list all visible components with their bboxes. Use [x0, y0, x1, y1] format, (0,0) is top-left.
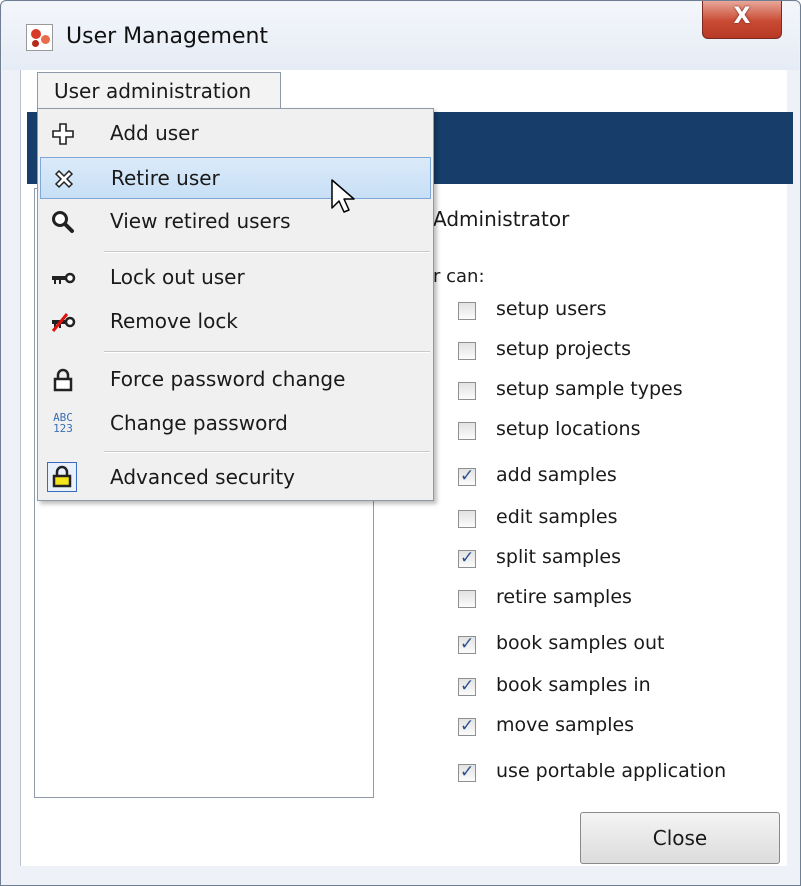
menu-item-force-password-change[interactable]: Force password change	[40, 359, 431, 401]
permission-checkbox[interactable]	[458, 676, 476, 696]
permission-checkbox[interactable]	[458, 510, 476, 528]
key-crossed-icon	[50, 309, 76, 335]
close-icon: X	[733, 4, 751, 29]
menu-item-remove-lock[interactable]: Remove lock	[40, 301, 431, 343]
role-label: Administrator	[433, 207, 570, 231]
permission-checkbox[interactable]	[458, 716, 476, 736]
menu-item-lock-out-user[interactable]: Lock out user	[40, 257, 431, 299]
window-title: User Management	[66, 24, 269, 49]
permission-label: setup locations	[496, 418, 641, 440]
window-close-button[interactable]: X	[702, 1, 782, 39]
permission-label: edit samples	[496, 506, 618, 528]
permissions-heading: r can:	[433, 266, 485, 287]
magnifier-icon	[50, 209, 76, 235]
menu-item-view-retired-users[interactable]: View retired users	[40, 201, 431, 243]
padlock-yellow-icon	[47, 462, 77, 492]
permission-label: use portable application	[496, 760, 727, 782]
permission-checkbox[interactable]	[458, 422, 476, 440]
close-button[interactable]: Close	[580, 812, 780, 864]
menu-item-change-password[interactable]: ABC 123 Change password	[40, 403, 431, 445]
padlock-icon	[50, 367, 76, 393]
permission-checkbox[interactable]	[458, 382, 476, 400]
menu-separator	[104, 351, 430, 353]
menu-tab-label: User administration	[54, 79, 252, 103]
permission-checkbox[interactable]	[458, 466, 476, 486]
title-bar: User Management	[2, 2, 799, 70]
key-icon	[50, 265, 76, 291]
menu-item-advanced-security[interactable]: Advanced security	[40, 457, 431, 499]
user-administration-dropdown: Add user Retire user View retired users …	[37, 108, 434, 501]
permission-label: move samples	[496, 714, 635, 736]
abc123-icon: ABC 123	[53, 411, 73, 435]
permission-checkbox[interactable]	[458, 342, 476, 360]
permission-label: setup sample types	[496, 378, 683, 400]
menu-item-retire-user[interactable]: Retire user	[40, 157, 431, 199]
permission-label: add samples	[496, 464, 617, 486]
permission-checkbox[interactable]	[458, 762, 476, 782]
menu-separator	[104, 251, 430, 253]
permission-checkbox[interactable]	[458, 634, 476, 654]
permission-checkbox[interactable]	[458, 590, 476, 608]
permission-label: setup users	[496, 298, 607, 320]
mouse-cursor-icon	[331, 179, 355, 213]
permission-label: setup projects	[496, 338, 632, 360]
cross-icon	[51, 166, 77, 192]
menu-separator	[104, 451, 430, 453]
menu-item-add-user[interactable]: Add user	[40, 113, 431, 155]
menu-tab-user-administration[interactable]: User administration	[37, 72, 281, 110]
plus-icon	[50, 121, 76, 147]
permission-label: retire samples	[496, 586, 632, 608]
permission-checkbox[interactable]	[458, 302, 476, 320]
app-icon	[26, 24, 53, 51]
permission-label: book samples out	[496, 632, 665, 654]
permission-label: split samples	[496, 546, 621, 568]
permission-checkbox[interactable]	[458, 548, 476, 568]
permission-label: book samples in	[496, 674, 651, 696]
